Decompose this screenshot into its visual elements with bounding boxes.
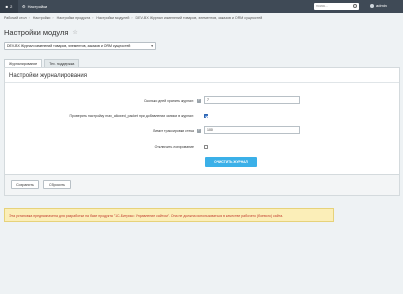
tab-logging[interactable]: Журналирование [4,59,43,67]
gear-icon: ⚙ [22,4,26,9]
breadcrumb-module-settings[interactable]: Настройки модулей [96,16,129,20]
breadcrumb-settings[interactable]: Настройки [33,16,51,20]
settings-label: Настройки [27,4,48,9]
clear-log-button[interactable]: ОЧИСТИТЬ ЖУРНАЛ [205,157,257,167]
check-packet-label: Проверять настройку max_allowed_packet п… [69,114,194,118]
menu-icon: ■ [5,4,9,9]
module-select-value: DEV-BX Журнал изменений товаров, элемент… [7,44,131,48]
dev-license-notice: Эта установка предназначена для разработ… [4,208,334,222]
check-packet-checkbox[interactable] [204,114,208,118]
admin-topbar: ■ 2 ⚙ Настройки поиск... admin [0,0,403,13]
help-icon[interactable]: ? [197,99,201,103]
avatar [370,3,374,8]
form-footer: Сохранить Сбросить [4,175,400,196]
page-title: Настройки модуля [4,28,69,37]
search-placeholder: поиск... [316,4,328,8]
breadcrumb-product-settings[interactable]: Настройки продукта [57,16,91,20]
reset-button[interactable]: Сбросить [43,180,71,189]
star-icon[interactable]: ☆ [72,29,77,36]
section-title: Настройки журналирования [9,73,87,79]
settings-panel: Настройки журналирования Сколько дней хр… [4,67,400,175]
page-title-wrap: Настройки модуля ☆ [4,28,78,37]
chevron-down-icon: ▾ [151,44,153,48]
module-select[interactable]: DEV-BX Журнал изменений товаров, элемент… [4,42,156,50]
tab-support[interactable]: Тех. поддержка [44,59,80,67]
user-menu[interactable]: admin [370,3,387,8]
trace-label: Лимит трассировки стека [152,129,194,133]
breadcrumb: Рабочий стол › Настройки › Настройки проду… [4,16,263,20]
section-divider [5,82,399,83]
disable-logging-label: Отключить логирование [154,145,194,149]
tab-bar: Журналирование Тех. поддержка [4,59,81,67]
help-icon[interactable]: ? [197,129,201,133]
save-button[interactable]: Сохранить [11,180,39,189]
search-icon[interactable] [353,4,357,8]
trace-input[interactable]: 100 [204,126,300,134]
search-input[interactable]: поиск... [314,3,359,10]
notifications-count: 2 [10,4,13,9]
user-name: admin [376,3,387,8]
breadcrumb-module: DEV-BX Журнал изменений товаров, элемент… [135,16,263,20]
notifications-button[interactable]: ■ 2 [0,0,18,13]
disable-logging-checkbox[interactable] [204,145,208,149]
days-label: Сколько дней хранить журнал: [143,99,194,103]
days-input[interactable]: 7 [204,96,300,104]
settings-menu[interactable]: ⚙ Настройки [22,4,47,9]
breadcrumb-desktop[interactable]: Рабочий стол [4,16,27,20]
